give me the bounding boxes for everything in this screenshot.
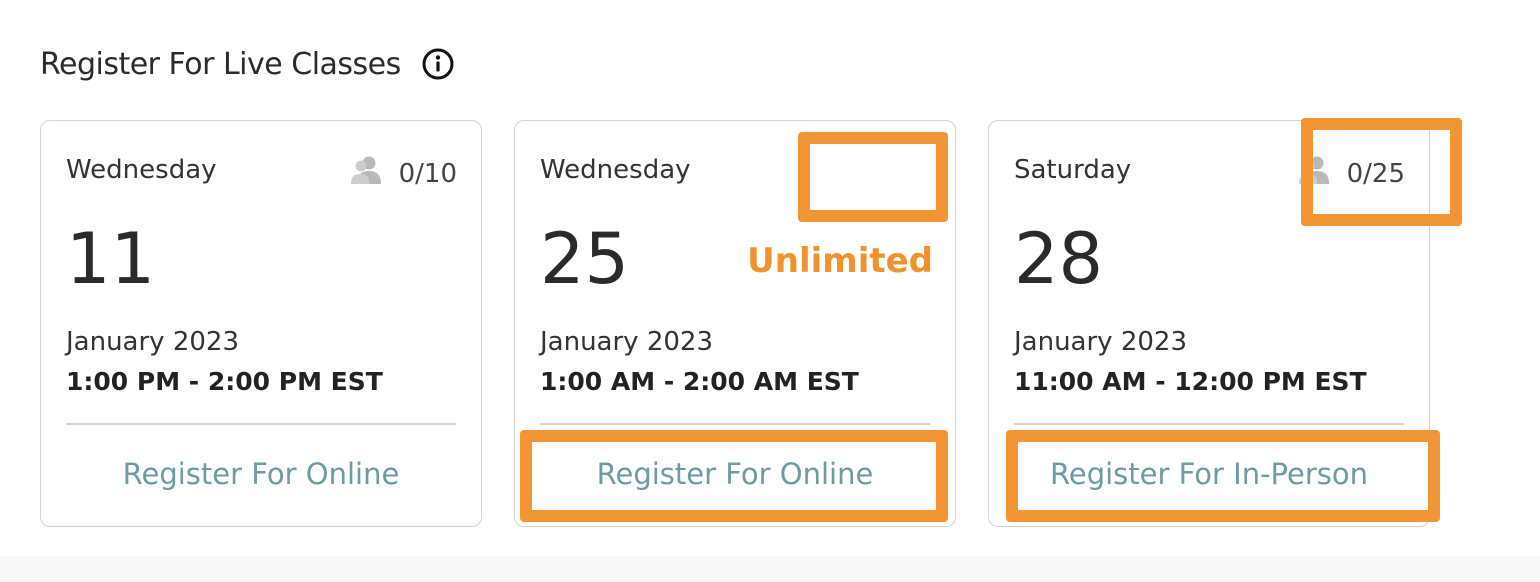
heading-row: Register For Live Classes [40, 40, 455, 88]
class-time: 1:00 PM - 2:00 PM EST [66, 367, 383, 396]
class-day: Wednesday [66, 155, 217, 185]
class-card: Wednesday 0/10 11 January 2023 1:00 PM -… [40, 120, 482, 527]
divider [66, 423, 456, 425]
register-online-button[interactable]: Register For Online [41, 457, 481, 491]
class-month-year: January 2023 [540, 327, 713, 357]
info-icon[interactable] [421, 47, 455, 81]
class-date: 11 [66, 218, 156, 300]
class-time: 11:00 AM - 12:00 PM EST [1014, 367, 1367, 396]
class-card: Wednesday 25 Unlimited January 2023 1:00… [514, 120, 956, 527]
person-icon [349, 154, 383, 193]
register-online-button[interactable]: Register For Online [515, 457, 955, 491]
bottom-band [0, 556, 1540, 582]
class-card: Saturday 0/25 28 January 2023 11:00 AM -… [988, 120, 1430, 527]
register-live-classes-page: Register For Live Classes Wednesday 0/10 [0, 0, 1540, 582]
class-day: Saturday [1014, 155, 1132, 185]
class-date: 25 [540, 218, 630, 300]
capacity-count: 0/10 [398, 158, 457, 189]
person-icon [1297, 154, 1331, 193]
class-day: Wednesday [540, 155, 691, 185]
class-time: 1:00 AM - 2:00 AM EST [540, 367, 859, 396]
class-month-year: January 2023 [1014, 327, 1187, 357]
divider [540, 423, 930, 425]
class-date: 28 [1014, 218, 1104, 300]
capacity-indicator: 0/10 [349, 154, 457, 193]
capacity-indicator: 0/25 [1297, 154, 1405, 193]
register-in-person-button[interactable]: Register For In-Person [989, 457, 1429, 491]
capacity-count: 0/25 [1346, 158, 1405, 189]
class-month-year: January 2023 [66, 327, 239, 357]
divider [1014, 423, 1404, 425]
unlimited-capacity-label: Unlimited [747, 241, 933, 281]
page-title: Register For Live Classes [40, 46, 401, 82]
